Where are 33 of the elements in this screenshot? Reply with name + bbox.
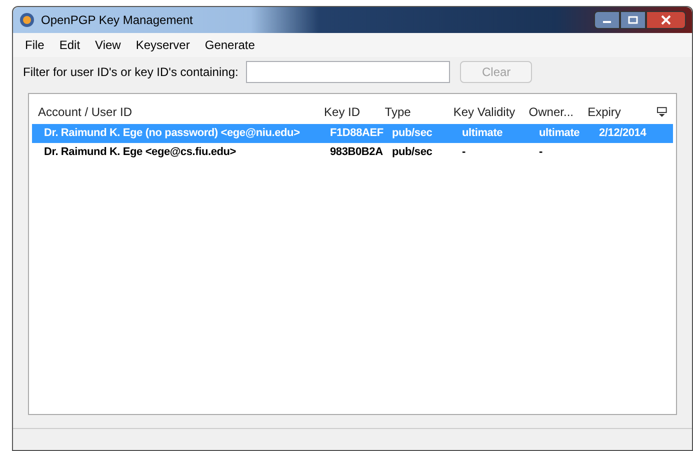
window-title: OpenPGP Key Management [41, 12, 193, 29]
app-icon [19, 12, 35, 28]
column-picker-icon[interactable] [657, 107, 668, 117]
column-header[interactable]: Owner... [528, 103, 588, 121]
column-header[interactable]: Key Validity [453, 103, 529, 121]
table-cell-text: 2/12/2014 [599, 126, 648, 142]
table-cell-text: - [539, 145, 544, 160]
close-icon [661, 15, 671, 25]
column-header[interactable]: Account / User ID [38, 103, 324, 121]
menu-item[interactable]: Generate [204, 36, 255, 54]
menu-item[interactable]: File [25, 36, 44, 54]
menu-item[interactable]: Edit [59, 36, 80, 54]
table-cell-text: pub/sec [392, 126, 434, 142]
table-cell-text: 983B0B2A [330, 145, 384, 160]
maximize-button[interactable] [620, 11, 646, 29]
filter-field[interactable] [246, 61, 450, 83]
table-cell-text: F1D88AEF [330, 126, 384, 142]
maximize-icon [628, 16, 638, 24]
menu-item[interactable]: View [95, 36, 121, 54]
column-header[interactable]: Type [384, 103, 454, 121]
filter-label: Filter for user ID's or key ID's containing: [23, 64, 238, 81]
table-row[interactable]: Dr. Raimund K. Ege <ege@cs.fiu.edu> 983B0B2A pub/sec - - [32, 143, 673, 162]
table-cell-text: Dr. Raimund K. Ege <ege@cs.fiu.edu> [43, 145, 237, 160]
close-button[interactable] [646, 11, 686, 29]
table-cell-text: pub/sec [392, 145, 434, 160]
column-header[interactable]: Key ID [324, 103, 385, 121]
minimize-button[interactable] [594, 11, 620, 29]
table-cell-text: ultimate [462, 126, 504, 142]
table-cell-text: - [462, 145, 466, 160]
menu-item[interactable]: Keyserver [136, 36, 190, 54]
table-cell-text: ultimate [539, 126, 581, 142]
column-header[interactable]: Expiry [588, 103, 654, 121]
table-cell-text: Dr. Raimund K. Ege (no password) <ege@niu.edu> [43, 126, 301, 142]
